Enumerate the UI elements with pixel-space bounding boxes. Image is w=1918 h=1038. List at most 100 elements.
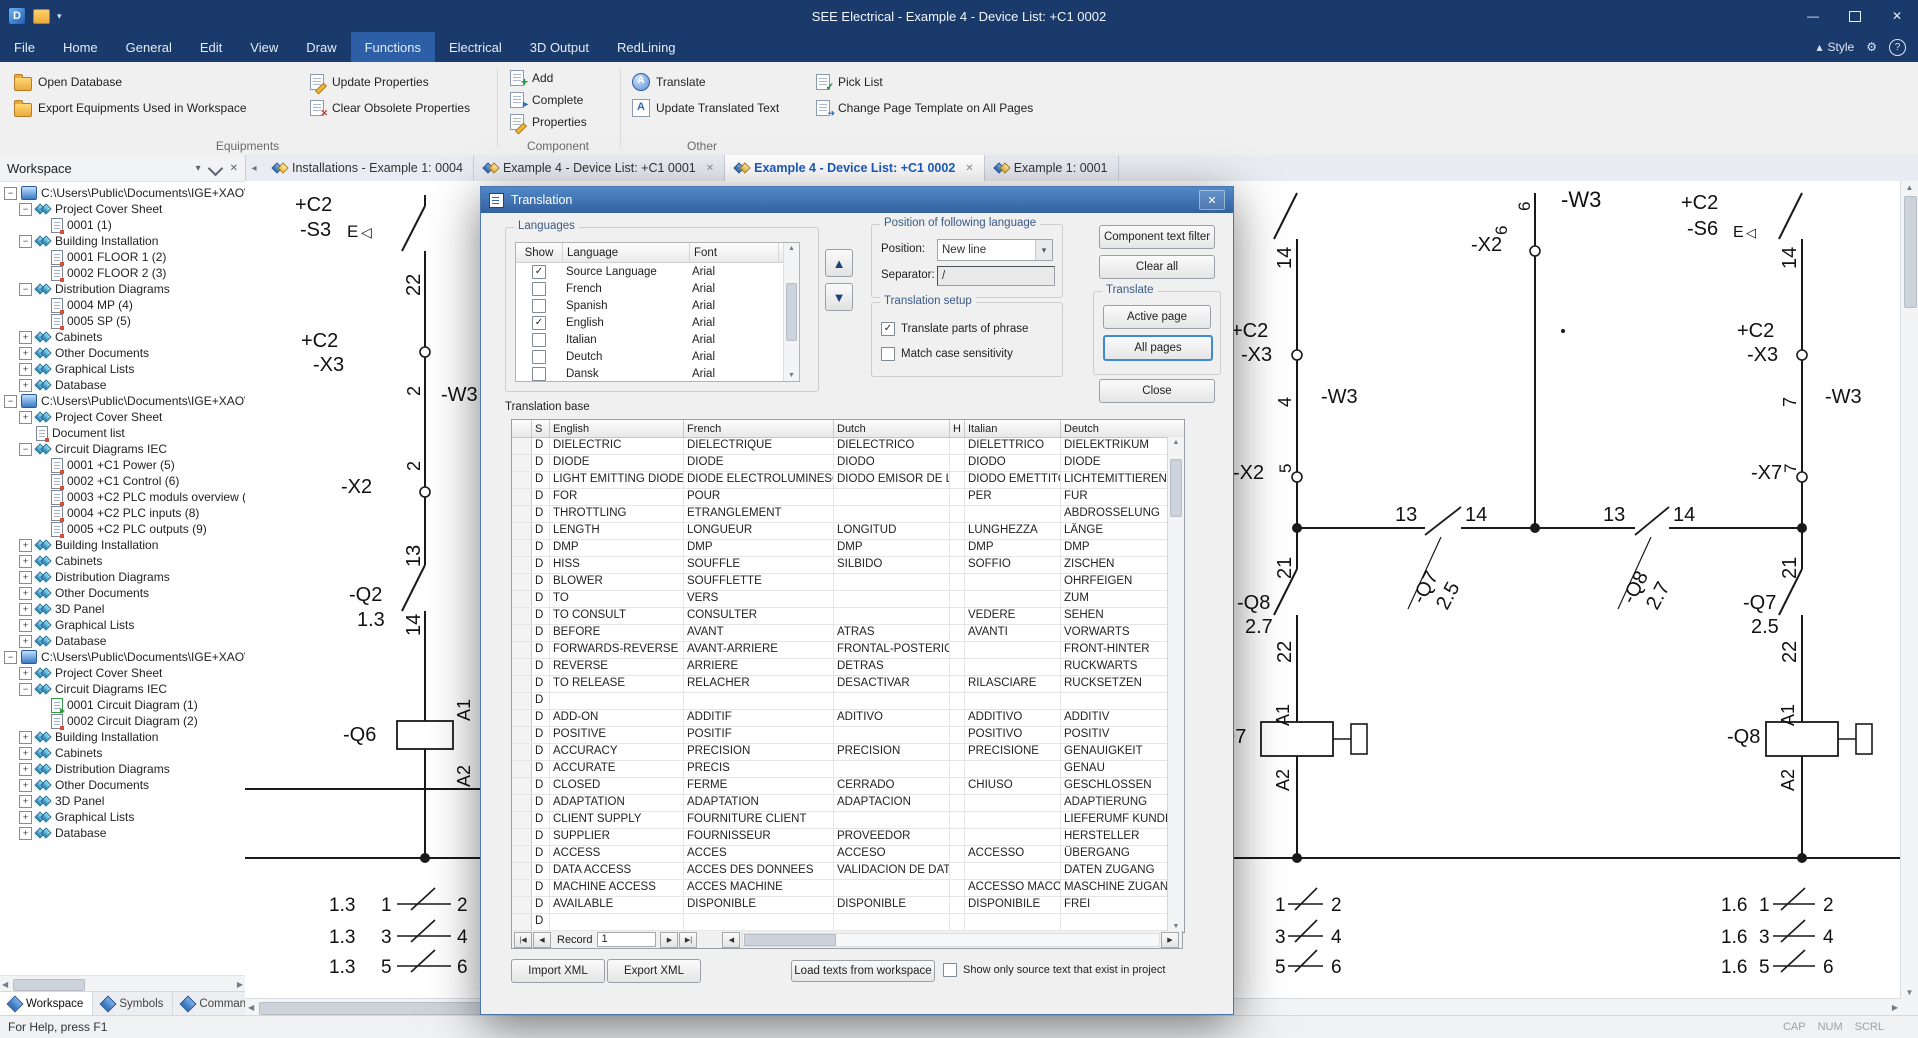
row-selector[interactable]: [512, 591, 532, 607]
language-show-checkbox[interactable]: [532, 350, 546, 364]
tree-item[interactable]: +Database: [0, 377, 245, 393]
tree-expander[interactable]: −: [19, 683, 32, 696]
panel-menu-icon[interactable]: ▾: [196, 163, 201, 174]
tree-expander[interactable]: +: [19, 747, 32, 760]
translation-row[interactable]: DACCURATEPRECISGENAU: [512, 761, 1184, 778]
row-selector[interactable]: [512, 608, 532, 624]
base-column-header[interactable]: H: [950, 420, 965, 437]
row-selector[interactable]: [512, 625, 532, 641]
translation-row[interactable]: DAVAILABLEDISPONIBLEDISPONIBLEDISPONIBIL…: [512, 897, 1184, 914]
tree-expander[interactable]: +: [19, 635, 32, 648]
translation-row[interactable]: DBLOWERSOUFFLETTEOHRFEIGEN: [512, 574, 1184, 591]
scroll-up-icon[interactable]: ▲: [1906, 183, 1914, 192]
row-selector[interactable]: [512, 455, 532, 471]
translation-row[interactable]: DFORWARDS-REVERSEAVANT-ARRIEREFRONTAL-PO…: [512, 642, 1184, 659]
row-selector[interactable]: [512, 506, 532, 522]
document-tab[interactable]: Example 4 - Device List: +C1 0002✕: [725, 155, 985, 181]
row-selector[interactable]: [512, 727, 532, 743]
scroll-down-icon[interactable]: ▼: [1173, 923, 1180, 930]
open-file-icon[interactable]: [33, 9, 50, 24]
translation-row[interactable]: DADD-ONADDITIFADITIVOADDITIVOADDITIV: [512, 710, 1184, 727]
tree-expander[interactable]: +: [19, 667, 32, 680]
tree-item[interactable]: 0003 +C2 PLC moduls overview (7): [0, 489, 245, 505]
base-column-header[interactable]: Italian: [965, 420, 1061, 437]
app-logo-icon[interactable]: D: [8, 7, 26, 25]
language-show-checkbox[interactable]: ✓: [532, 265, 546, 279]
tree-item[interactable]: +3D Panel: [0, 601, 245, 617]
scrollbar-thumb[interactable]: [744, 934, 836, 946]
row-selector[interactable]: [512, 676, 532, 692]
scrollbar-thumb[interactable]: [1170, 459, 1182, 517]
tree-item[interactable]: +Project Cover Sheet: [0, 409, 245, 425]
tree-item[interactable]: +Distribution Diagrams: [0, 569, 245, 585]
translation-row[interactable]: DTO CONSULTCONSULTERVEDERESEHEN: [512, 608, 1184, 625]
translation-row[interactable]: DPOSITIVEPOSITIFPOSITIVOPOSITIV: [512, 727, 1184, 744]
translate-button[interactable]: Translate: [632, 72, 706, 92]
base-column-header[interactable]: Dutch: [834, 420, 950, 437]
tree-expander[interactable]: +: [19, 827, 32, 840]
row-selector[interactable]: [512, 472, 532, 488]
translation-row[interactable]: D: [512, 693, 1184, 710]
tree-item[interactable]: −C:\Users\Public\Documents\IGE+XAO\SE: [0, 185, 245, 201]
separator-field[interactable]: /: [937, 266, 1055, 286]
tree-item[interactable]: +Project Cover Sheet: [0, 665, 245, 681]
tree-expander[interactable]: +: [19, 779, 32, 792]
close-dialog-button[interactable]: Close: [1099, 379, 1215, 403]
tree-item[interactable]: +Graphical Lists: [0, 809, 245, 825]
clear-obsolete-properties-button[interactable]: Clear Obsolete Properties: [308, 98, 470, 118]
tree-expander[interactable]: −: [4, 187, 17, 200]
tree-expander[interactable]: −: [19, 443, 32, 456]
complete-component-button[interactable]: Complete: [508, 90, 583, 110]
tree-expander[interactable]: −: [4, 395, 17, 408]
tree-expander[interactable]: +: [19, 363, 32, 376]
tab-scroll-left-icon[interactable]: ◂: [245, 155, 263, 181]
language-row[interactable]: ✓Source LanguageArial: [516, 263, 799, 280]
row-selector[interactable]: [512, 829, 532, 845]
minimize-button[interactable]: —: [1792, 0, 1834, 32]
translation-row[interactable]: DDIELECTRICDIELECTRIQUEDIELECTRICODIELET…: [512, 438, 1184, 455]
row-selector[interactable]: [512, 897, 532, 913]
row-selector[interactable]: [512, 557, 532, 573]
tree-item[interactable]: +3D Panel: [0, 793, 245, 809]
gear-icon[interactable]: ⚙: [1866, 40, 1877, 54]
translation-row[interactable]: DTHROTTLINGETRANGLEMENTABDROSSELUNG: [512, 506, 1184, 523]
canvas-vertical-scrollbar[interactable]: ▲ ▼: [1900, 181, 1918, 999]
tree-item[interactable]: −Circuit Diagrams IEC: [0, 681, 245, 697]
language-show-checkbox[interactable]: [532, 367, 546, 381]
tree-item[interactable]: 0001 Circuit Diagram (1): [0, 697, 245, 713]
pick-list-button[interactable]: Pick List: [814, 72, 883, 92]
load-texts-button[interactable]: Load texts from workspace: [791, 960, 935, 982]
tree-expander[interactable]: +: [19, 411, 32, 424]
clear-all-button[interactable]: Clear all: [1099, 255, 1215, 279]
language-show-checkbox[interactable]: [532, 299, 546, 313]
panel-close-icon[interactable]: ✕: [230, 163, 238, 174]
quick-access-customize-icon[interactable]: ▾: [57, 11, 62, 22]
base-column-header[interactable]: English: [550, 420, 684, 437]
row-selector[interactable]: [512, 659, 532, 675]
base-column-header[interactable]: Deutch: [1061, 420, 1185, 437]
tree-expander[interactable]: +: [19, 795, 32, 808]
menu-tab-functions[interactable]: Functions: [351, 32, 435, 62]
language-show-checkbox[interactable]: [532, 333, 546, 347]
component-text-filter-button[interactable]: Component text filter: [1099, 225, 1215, 249]
tree-item[interactable]: +Cabinets: [0, 745, 245, 761]
row-selector[interactable]: [512, 744, 532, 760]
row-selector[interactable]: [512, 846, 532, 862]
language-show-checkbox[interactable]: [532, 282, 546, 296]
tree-expander[interactable]: −: [19, 235, 32, 248]
row-selector[interactable]: [512, 863, 532, 879]
tree-item[interactable]: 0005 SP (5): [0, 313, 245, 329]
translation-row[interactable]: DFORPOURPERFUR: [512, 489, 1184, 506]
tree-expander[interactable]: +: [19, 379, 32, 392]
import-xml-button[interactable]: Import XML: [511, 959, 605, 983]
export-equipments-button[interactable]: Export Equipments Used in Workspace: [14, 98, 247, 118]
panel-tab-symbols[interactable]: Symbols: [93, 992, 173, 1016]
row-selector[interactable]: [512, 812, 532, 828]
base-column-header[interactable]: S: [532, 420, 550, 437]
menu-tab-draw[interactable]: Draw: [292, 32, 350, 62]
tree-expander[interactable]: +: [19, 347, 32, 360]
translation-row[interactable]: DACCURACYPRECISIONPRECISIONPRECISIONEGEN…: [512, 744, 1184, 761]
scroll-left-icon[interactable]: ◀: [248, 1003, 254, 1012]
tree-item[interactable]: −C:\Users\Public\Documents\IGE+XAO\SE: [0, 393, 245, 409]
tree-expander[interactable]: +: [19, 811, 32, 824]
